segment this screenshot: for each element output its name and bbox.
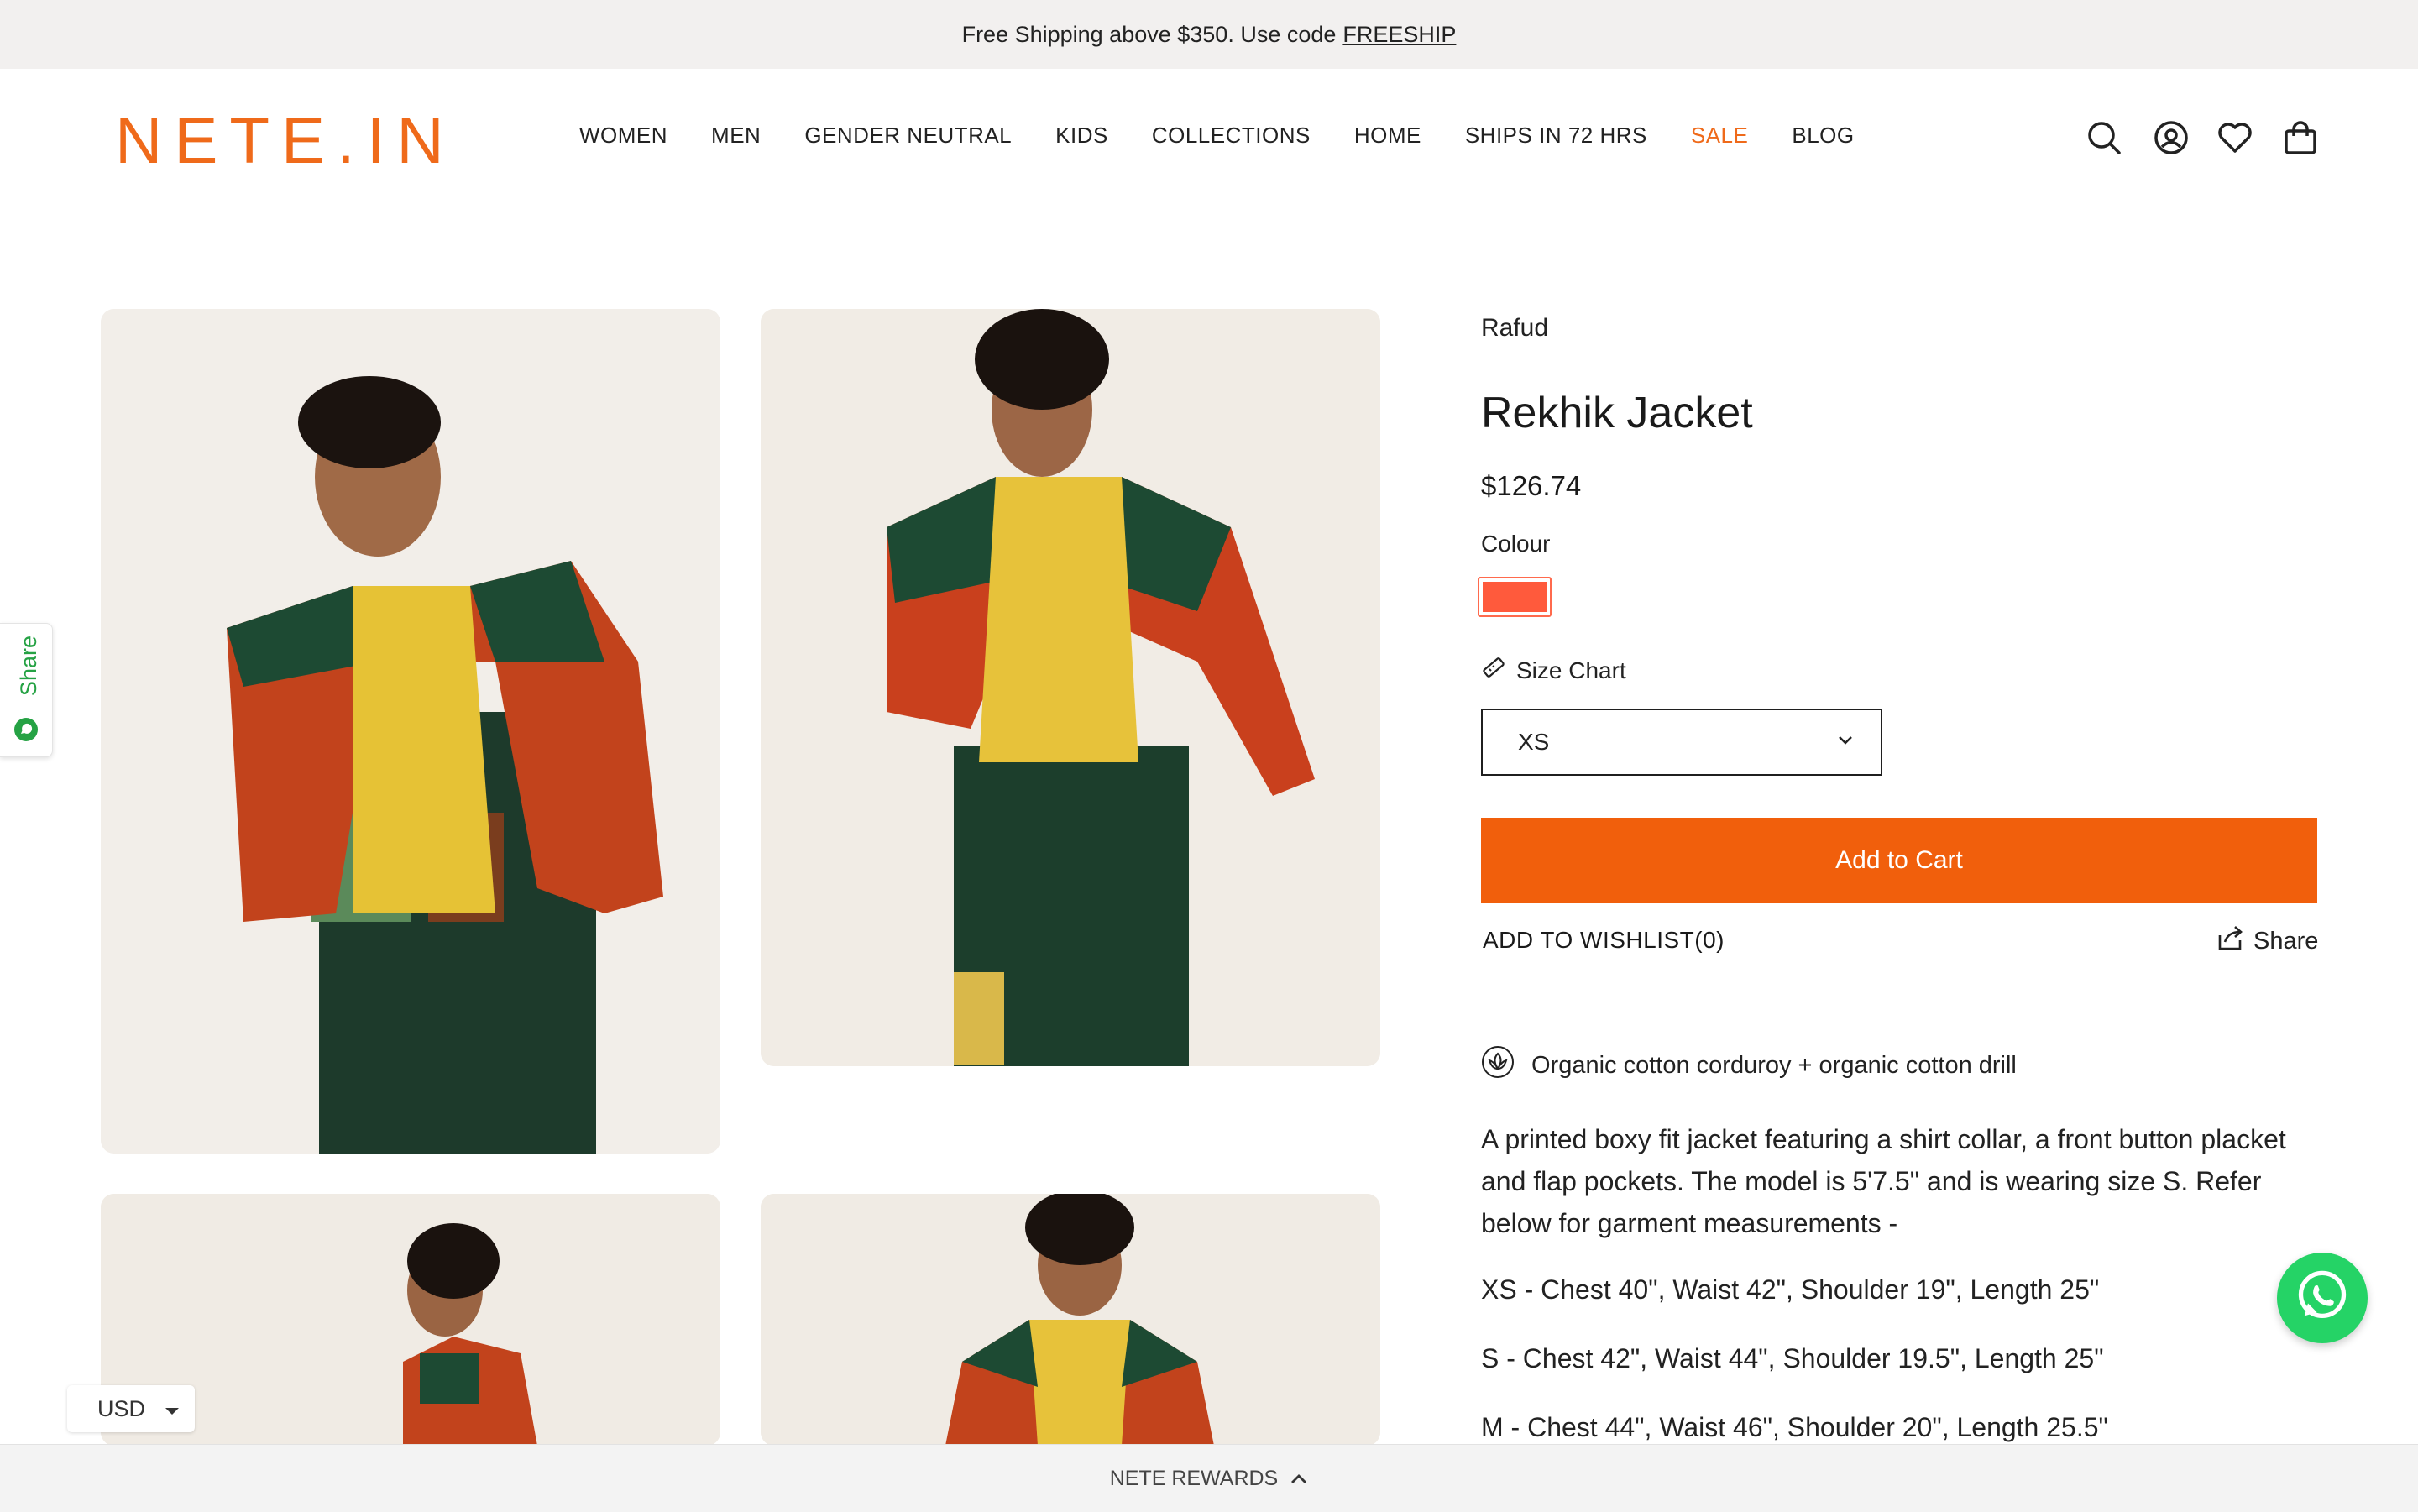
nav-collections[interactable]: COLLECTIONS [1152,123,1311,149]
announcement-text: Free Shipping above $350. Use code [961,21,1337,47]
search-icon[interactable] [2086,119,2122,156]
nav-home[interactable]: HOME [1354,123,1421,149]
colour-swatch[interactable] [1478,577,1552,617]
rewards-label: NETE REWARDS [1109,1466,1279,1490]
nav-blog[interactable]: BLOG [1792,123,1854,149]
size-select-value: XS [1518,729,1550,755]
material-text: Organic cotton corduroy + organic cotton… [1531,1051,2017,1079]
product-vendor[interactable]: Rafud [1481,314,1548,343]
share-icon [2216,923,2245,959]
account-icon[interactable] [2153,119,2190,156]
product-image-1[interactable] [101,309,720,1154]
announcement-bar: Free Shipping above $350. Use code FREES… [0,0,2418,69]
product-title: Rekhik Jacket [1481,389,1753,437]
share-sidebar-label: Share [16,636,41,697]
chevron-down-icon [1835,729,1855,756]
whatsapp-icon [2294,1268,2351,1329]
heart-icon[interactable] [2216,119,2253,156]
product-image-2[interactable] [761,309,1380,1066]
bag-icon[interactable] [2282,119,2319,156]
nav-women[interactable]: WOMEN [579,123,667,149]
site-logo[interactable]: NETE.IN [115,107,456,174]
caret-down-icon [164,1396,181,1422]
colour-swatch-fill [1483,582,1547,612]
share-sidebar[interactable]: Share [0,623,53,757]
currency-selector[interactable]: USD [67,1385,195,1432]
measurement-m: M - Chest 44", Waist 46", Shoulder 20", … [1481,1412,2108,1442]
size-chart-link[interactable]: Size Chart [1481,655,1626,686]
nav-ships-72[interactable]: SHIPS IN 72 HRS [1465,123,1647,149]
product-image-4[interactable] [761,1194,1380,1446]
rewards-bar[interactable]: NETE REWARDS [0,1444,2418,1512]
currency-value: USD [97,1395,146,1421]
whatsapp-chat-button[interactable] [2277,1253,2368,1343]
leaf-icon [1481,1045,1515,1086]
size-select[interactable]: XS [1481,709,1882,776]
whatsapp-icon [13,716,39,743]
ruler-icon [1481,655,1506,686]
share-label: Share [2253,927,2319,955]
chevron-up-icon [1290,1467,1308,1491]
share-button[interactable]: Share [2216,923,2318,959]
nav-sale[interactable]: SALE [1691,123,1749,149]
product-description: A printed boxy fit jacket featuring a sh… [1481,1124,2286,1238]
nav-kids[interactable]: KIDS [1055,123,1108,149]
colour-label: Colour [1481,531,1551,557]
measurement-s: S - Chest 42", Waist 44", Shoulder 19.5"… [1481,1343,2104,1373]
add-to-cart-button[interactable]: Add to Cart [1481,818,2317,903]
material-info: Organic cotton corduroy + organic cotton… [1481,1045,2017,1086]
nav-men[interactable]: MEN [711,123,761,149]
promo-code-link[interactable]: FREESHIP [1342,22,1456,48]
add-to-wishlist-link[interactable]: ADD TO WISHLIST(0) [1483,927,1725,954]
product-price: $126.74 [1481,470,1582,501]
size-chart-label: Size Chart [1516,657,1626,683]
measurement-xs: XS - Chest 40", Waist 42", Shoulder 19",… [1481,1274,2100,1305]
nav-gender-neutral[interactable]: GENDER NEUTRAL [804,123,1012,149]
main-nav: WOMEN MEN GENDER NEUTRAL KIDS COLLECTION… [579,123,1898,149]
